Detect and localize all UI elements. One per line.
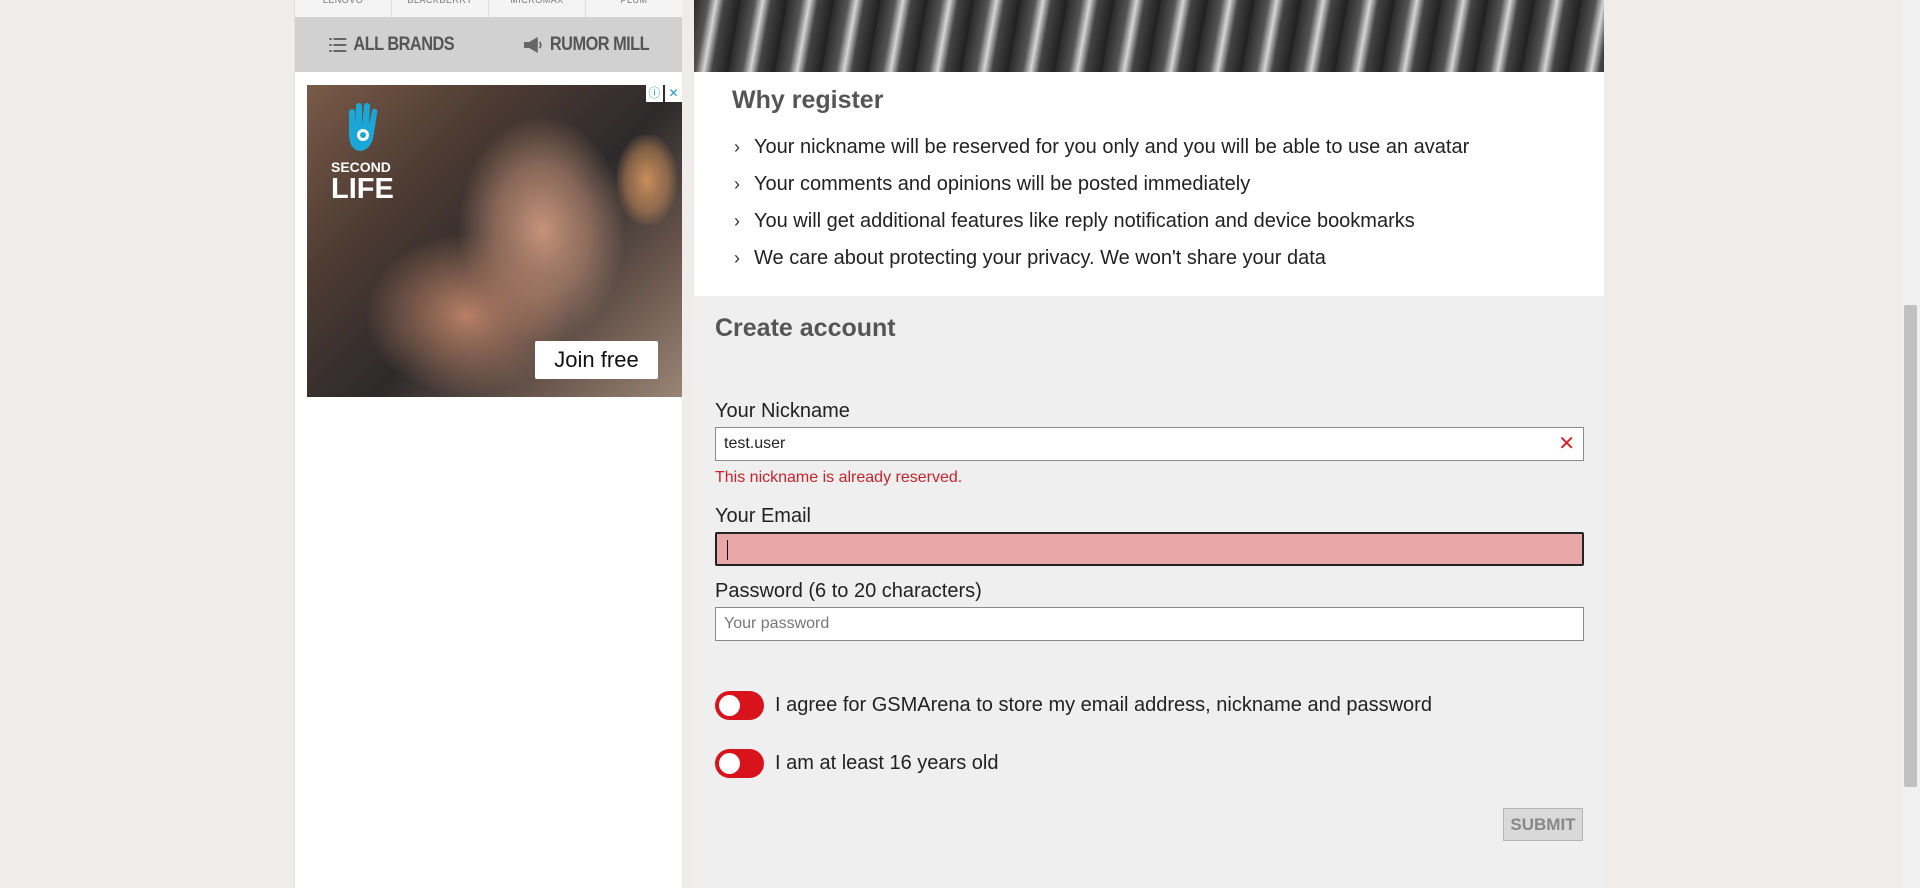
email-label: Your Email — [715, 505, 811, 527]
scrollbar-thumb[interactable] — [1904, 305, 1917, 787]
toggle-knob — [719, 753, 740, 774]
brand-link[interactable]: MICROMAX — [489, 0, 586, 17]
close-icon[interactable]: ✕ — [665, 85, 682, 102]
agree-storage-row: I agree for GSMArena to store my email a… — [715, 691, 1432, 720]
nickname-error: This nickname is already reserved. — [715, 469, 963, 486]
brand-row: LENOVO BLACKBERRY MICROMAX PLUM — [295, 0, 682, 17]
benefit-text: Your nickname will be reserved for you o… — [754, 136, 1470, 158]
password-placeholder: Your password — [724, 615, 830, 632]
age-row: I am at least 16 years old — [715, 749, 998, 778]
list-item: › You will get additional features like r… — [734, 210, 1469, 247]
scrollbar[interactable] — [1901, 0, 1920, 888]
brand-link[interactable]: PLUM — [586, 0, 682, 17]
why-register-section: Why register › Your nickname will be rese… — [694, 72, 1604, 296]
rumor-mill-label: Rumor Mill — [549, 33, 649, 55]
chevron-right-icon: › — [734, 174, 740, 194]
list-item: › Your nickname will be reserved for you … — [734, 136, 1469, 173]
hand-logo-icon — [349, 103, 378, 151]
age-label: I am at least 16 years old — [775, 752, 999, 774]
toggle-knob — [719, 695, 740, 716]
second-life-logo: SECOND LIFE — [331, 103, 401, 205]
benefit-text: You will get additional features like re… — [754, 210, 1415, 232]
join-free-button[interactable]: Join free — [535, 341, 658, 379]
agree-storage-label: I agree for GSMArena to store my email a… — [775, 694, 1432, 716]
main-content: Why register › Your nickname will be rese… — [694, 0, 1604, 888]
page: LENOVO BLACKBERRY MICROMAX PLUM All Bran… — [294, 0, 1604, 888]
agree-storage-toggle[interactable] — [715, 691, 764, 720]
benefits-list: › Your nickname will be reserved for you … — [734, 136, 1469, 284]
sidebar-tabs: All Brands Rumor Mill — [295, 17, 682, 72]
chevron-right-icon: › — [734, 137, 740, 157]
rumor-mill-tab[interactable]: Rumor Mill — [502, 17, 668, 72]
all-brands-tab[interactable]: All Brands — [309, 17, 475, 72]
hero-image — [694, 0, 1604, 72]
ad-logo-line2: LIFE — [331, 173, 394, 205]
password-label: Password (6 to 20 characters) — [715, 580, 982, 602]
why-register-heading: Why register — [732, 86, 884, 114]
sidebar: LENOVO BLACKBERRY MICROMAX PLUM All Bran… — [294, 0, 682, 888]
create-account-heading: Create account — [715, 314, 896, 342]
nickname-input[interactable]: test.user ✕ — [715, 427, 1584, 461]
all-brands-label: All Brands — [353, 33, 455, 55]
ad-controls: ⓘ ✕ — [646, 85, 682, 102]
password-input[interactable]: Your password — [715, 607, 1584, 641]
nickname-label: Your Nickname — [715, 400, 850, 422]
clear-icon[interactable]: ✕ — [1558, 428, 1575, 460]
megaphone-icon — [523, 36, 542, 53]
submit-button[interactable]: SUBMIT — [1503, 808, 1583, 841]
age-toggle[interactable] — [715, 749, 764, 778]
text-cursor — [727, 540, 728, 560]
ad-image-cat — [617, 135, 677, 225]
list-item: › Your comments and opinions will be post… — [734, 173, 1469, 210]
list-icon — [329, 37, 347, 52]
email-input[interactable] — [715, 532, 1584, 566]
brand-link[interactable]: LENOVO — [295, 0, 392, 17]
brand-link[interactable]: BLACKBERRY — [392, 0, 489, 17]
chevron-right-icon: › — [734, 211, 740, 231]
chevron-right-icon: › — [734, 248, 740, 268]
benefit-text: We care about protecting your privacy. W… — [754, 247, 1326, 269]
nickname-value: test.user — [724, 435, 786, 452]
info-icon[interactable]: ⓘ — [646, 85, 663, 102]
advertisement[interactable]: SECOND LIFE ⓘ ✕ Join free — [307, 85, 682, 397]
list-item: › We care about protecting your privacy. … — [734, 247, 1469, 284]
benefit-text: Your comments and opinions will be poste… — [754, 173, 1251, 195]
